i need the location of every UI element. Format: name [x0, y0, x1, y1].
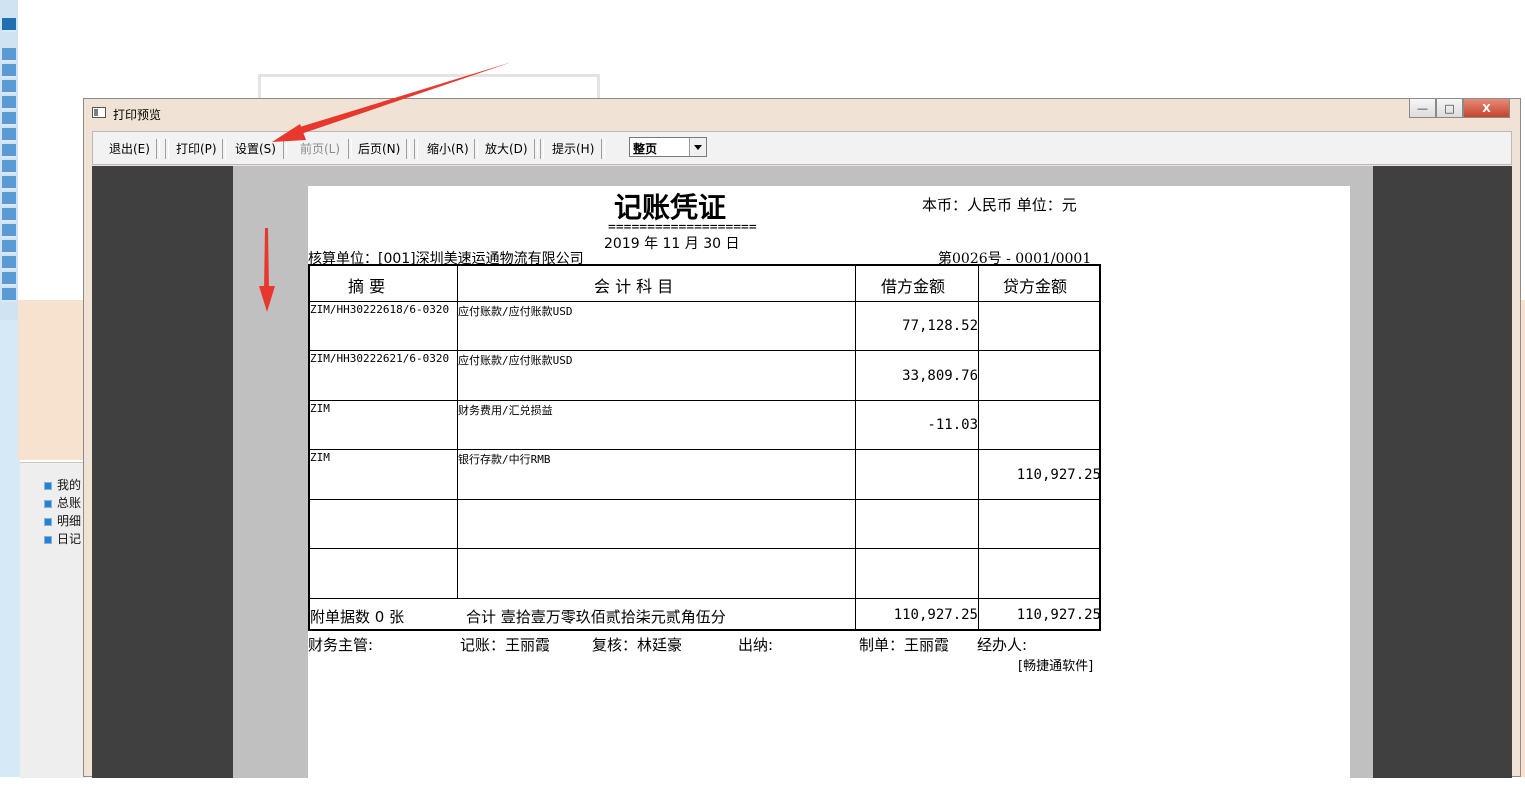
- sig-handler: 经办人:: [977, 636, 1028, 654]
- row-account: 银行存款/中行RMB: [458, 453, 551, 466]
- row-debit: 33,809.76: [902, 368, 978, 384]
- tree-bullet-icon: [44, 517, 52, 526]
- next-page-button[interactable]: 后页(N): [358, 140, 400, 158]
- row-summary: ZIM/HH30222621/6-0320: [310, 352, 450, 365]
- row-summary: ZIM: [310, 451, 330, 464]
- row-summary: ZIM: [310, 402, 330, 415]
- close-button[interactable]: X: [1463, 99, 1510, 118]
- title-bar[interactable]: 打印预览 — □ X: [84, 99, 1520, 129]
- voucher-table: 摘 要 会 计 科 目 借方金额 贷方金额 ZIM/HH30222618/6-0…: [308, 264, 1101, 631]
- chevron-down-icon[interactable]: [689, 138, 706, 156]
- background-toolbar-strip: [0, 0, 18, 320]
- preview-toolbar: 退出(E) 打印(P) 设置(S) 前页(L) 后页(N) 缩小(R) 放大(D…: [92, 131, 1512, 165]
- tree-bullet-icon: [44, 535, 52, 544]
- background-pane: [18, 300, 88, 460]
- preview-area[interactable]: 记账凭证 =================== 本币：人民币 单位：元 201…: [92, 166, 1512, 786]
- header-debit: 借方金额: [881, 277, 946, 296]
- toolbar-separator: [406, 139, 410, 159]
- setup-button[interactable]: 设置(S): [235, 140, 276, 158]
- background-tree-item[interactable]: 明细: [44, 512, 81, 530]
- print-button[interactable]: 打印(P): [176, 140, 217, 158]
- sig-reviewer: 复核：林廷豪: [592, 636, 683, 654]
- voucher-page: 记账凭证 =================== 本币：人民币 单位：元 201…: [308, 186, 1350, 786]
- toolbar-separator: [474, 139, 478, 159]
- currency-unit: 本币：人民币 单位：元: [922, 196, 1077, 214]
- sig-bookkeeper: 记账：王丽霞: [460, 636, 551, 654]
- header-summary: 摘 要: [348, 277, 386, 296]
- row-account: 财务费用/汇兑损益: [458, 404, 553, 417]
- tree-bullet-icon: [44, 499, 52, 508]
- background-tree-item[interactable]: 我的: [44, 476, 81, 494]
- row-debit: 77,128.52: [902, 318, 978, 334]
- zoom-select[interactable]: 整页: [629, 137, 707, 157]
- zoom-in-button[interactable]: 放大(D): [485, 140, 528, 158]
- toolbar-separator: [156, 139, 160, 159]
- background-tree-item[interactable]: 总账: [44, 494, 81, 512]
- voucher-date: 2019 年 11 月 30 日: [604, 236, 740, 252]
- window-icon: [92, 107, 106, 118]
- total-in-words: 合计 壹拾壹万零玖佰贰拾柒元贰角伍分: [466, 608, 726, 626]
- attachments-count: 附单据数 0 张: [310, 608, 405, 626]
- header-account: 会 计 科 目: [594, 277, 674, 296]
- software-brand: [畅捷通软件]: [1018, 659, 1094, 674]
- background-left-pane: [0, 320, 20, 777]
- close-icon: X: [1482, 101, 1491, 115]
- row-credit: 110,927.25: [1016, 467, 1101, 483]
- exit-button[interactable]: 退出(E): [109, 140, 150, 158]
- zoom-select-value: 整页: [633, 142, 658, 156]
- maximize-button[interactable]: □: [1436, 99, 1463, 118]
- sig-cashier: 出纳:: [738, 636, 774, 654]
- background-tree-item[interactable]: 日记: [44, 530, 81, 548]
- toolbar-separator: [283, 139, 287, 159]
- print-preview-window: 打印预览 — □ X 退出(E) 打印(P) 设置(S) 前页(L) 后页(N)…: [83, 98, 1521, 786]
- toolbar-separator: [348, 139, 352, 159]
- tree-bullet-icon: [44, 481, 52, 490]
- toolbar-separator: [601, 139, 605, 159]
- minimize-icon: —: [1417, 101, 1428, 115]
- minimize-button[interactable]: —: [1409, 99, 1436, 118]
- maximize-icon: □: [1444, 101, 1455, 115]
- toolbar-separator: [534, 139, 538, 159]
- row-debit: -11.03: [927, 417, 978, 433]
- toolbar-separator: [414, 139, 418, 159]
- sig-preparer: 制单：王丽霞: [859, 636, 950, 654]
- header-credit: 贷方金额: [1003, 277, 1068, 296]
- zoom-out-button[interactable]: 缩小(R): [427, 140, 469, 158]
- credit-total: 110,927.25: [1016, 607, 1101, 623]
- caption-buttons: — □ X: [1409, 99, 1510, 119]
- toolbar-separator: [540, 139, 544, 159]
- row-account: 应付账款/应付账款USD: [458, 305, 573, 318]
- window-title: 打印预览: [113, 108, 162, 122]
- row-account: 应付账款/应付账款USD: [458, 354, 573, 367]
- prev-page-button[interactable]: 前页(L): [300, 140, 340, 158]
- hint-button[interactable]: 提示(H): [552, 140, 594, 158]
- sig-supervisor: 财务主管:: [308, 636, 374, 654]
- toolbar-separator: [165, 139, 169, 159]
- row-summary: ZIM/HH30222618/6-0320: [310, 303, 450, 316]
- debit-total: 110,927.25: [893, 607, 978, 623]
- toolbar-separator: [222, 139, 226, 159]
